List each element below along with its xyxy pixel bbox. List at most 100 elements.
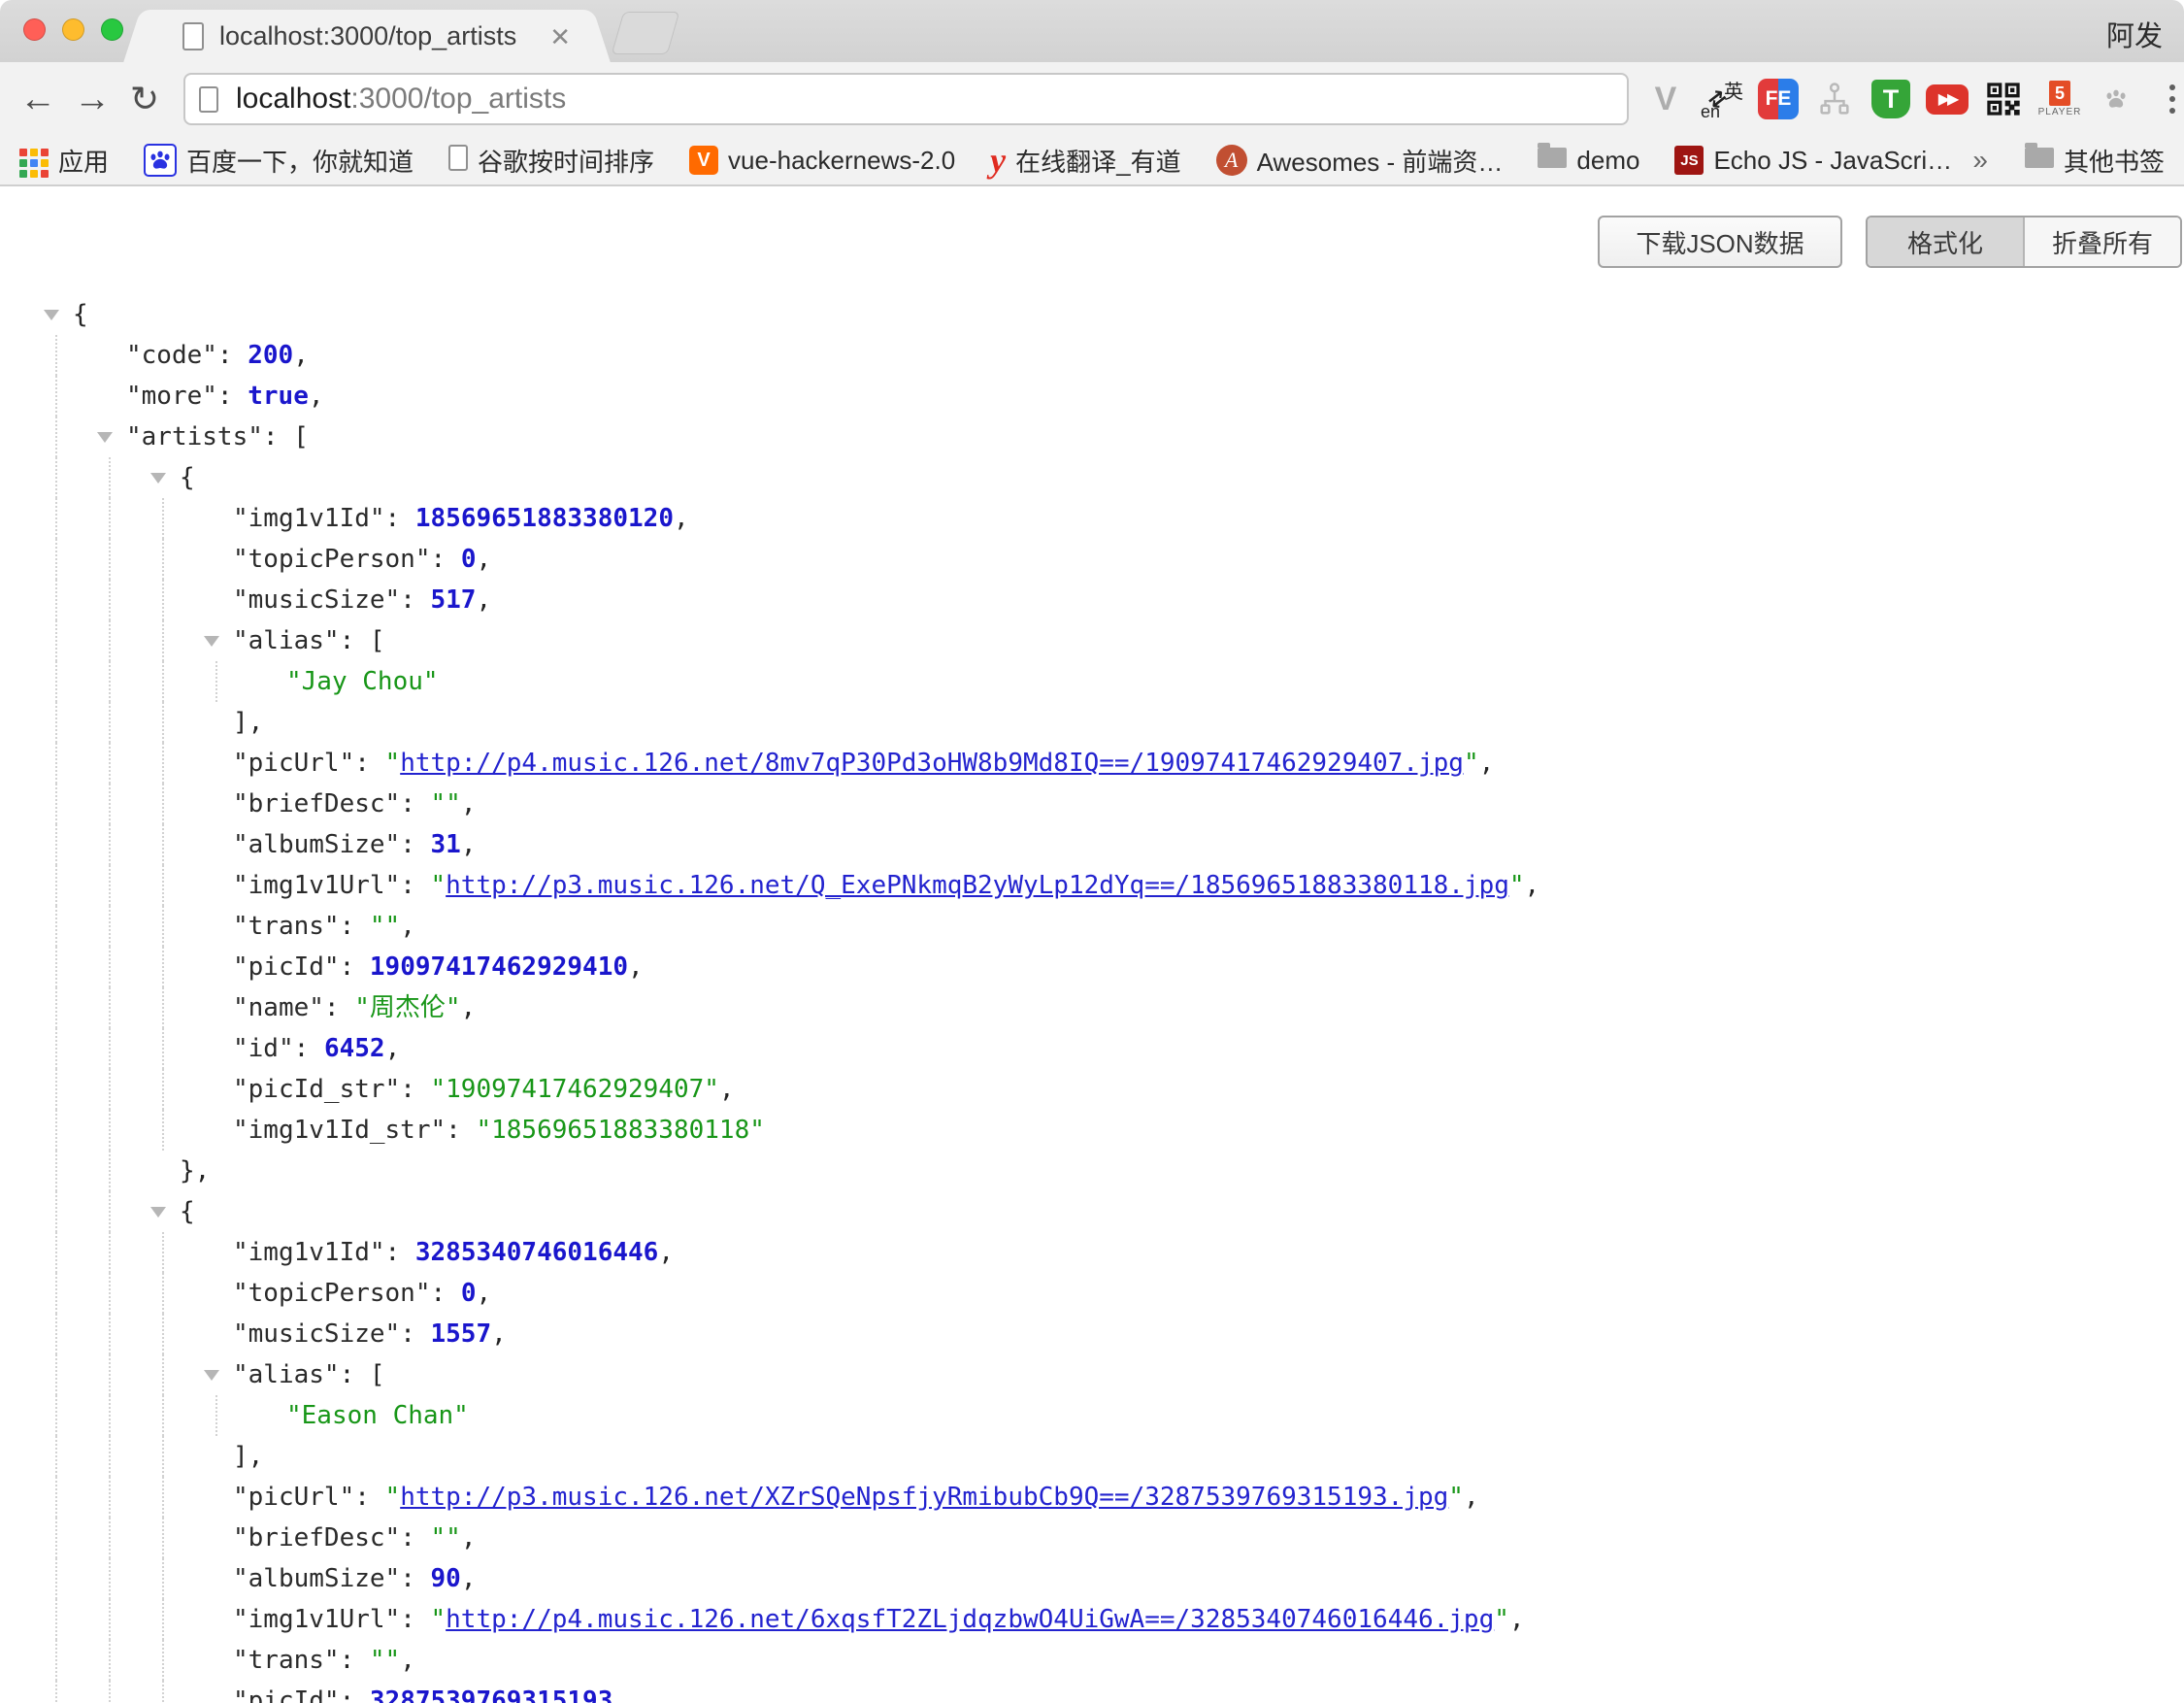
minimize-window-button[interactable] bbox=[62, 18, 84, 41]
json-line: "img1v1Id": 3285340746016446, bbox=[0, 1232, 2184, 1273]
collapse-toggle-icon[interactable] bbox=[44, 310, 59, 320]
indent-guide bbox=[109, 1273, 111, 1314]
bookmark-label: Awesomes - 前端资… bbox=[1257, 143, 1504, 179]
indent-guide bbox=[162, 498, 164, 539]
indent-guide bbox=[162, 1477, 164, 1518]
reload-button[interactable]: ↻ bbox=[130, 74, 159, 124]
indent-guide bbox=[109, 620, 111, 661]
json-line: "albumSize": 31, bbox=[0, 824, 2184, 865]
bookmarks-bar: 应用百度一下，你就知道谷歌按时间排序 Vvue-hackernews-2.0 y在线… bbox=[0, 136, 2184, 186]
indent-guide bbox=[162, 1028, 164, 1069]
json-url-link[interactable]: http://p3.music.126.net/XZrSQeNpsfjyRmib… bbox=[400, 1483, 1448, 1512]
json-line: "topicPerson": 0, bbox=[0, 539, 2184, 580]
indent-guide bbox=[55, 1477, 57, 1518]
indent-guide bbox=[109, 1314, 111, 1354]
json-line: "picId": 19097417462929410, bbox=[0, 947, 2184, 987]
translate-icon[interactable]: 英en⇄ bbox=[1701, 76, 1743, 122]
bookmark-item-1[interactable]: 百度一下，你就知道 bbox=[144, 143, 414, 179]
view-mode-segmented-control: 格式化 折叠所有 bbox=[1866, 216, 2182, 268]
indent-guide bbox=[55, 702, 57, 743]
indent-guide bbox=[55, 417, 57, 457]
bookmarks-right: » 其他书签 bbox=[1965, 143, 2165, 179]
tab-favicon-doc-icon bbox=[182, 22, 204, 50]
fe-icon[interactable]: FE bbox=[1757, 76, 1800, 122]
indent-guide bbox=[55, 1028, 57, 1069]
collapse-all-button[interactable]: 折叠所有 bbox=[2023, 217, 2180, 266]
collapse-toggle-icon[interactable] bbox=[150, 473, 166, 484]
json-line: { bbox=[0, 457, 2184, 498]
baidu-paw-icon bbox=[144, 144, 177, 178]
format-button[interactable]: 格式化 bbox=[1868, 217, 2023, 266]
indent-guide bbox=[109, 784, 111, 824]
tab-close-icon[interactable]: ✕ bbox=[549, 22, 571, 52]
json-line: "alias": [ bbox=[0, 620, 2184, 661]
indent-guide bbox=[109, 824, 111, 865]
awesomes-icon: A bbox=[1216, 145, 1247, 176]
indent-guide bbox=[55, 1436, 57, 1477]
json-url-link[interactable]: http://p3.music.126.net/Q_ExePNkmqB2yWyL… bbox=[446, 871, 1509, 900]
indent-guide bbox=[55, 1354, 57, 1395]
bookmark-label: Echo JS - JavaScri… bbox=[1713, 146, 1952, 176]
indent-guide bbox=[109, 1110, 111, 1151]
bookmark-item-0[interactable]: 应用 bbox=[19, 143, 109, 179]
indent-guide bbox=[55, 539, 57, 580]
indent-guide bbox=[162, 1354, 164, 1395]
html5-player-icon[interactable]: 5PLAYER bbox=[2038, 76, 2081, 122]
qrcode-icon[interactable] bbox=[1982, 76, 2025, 122]
indent-guide bbox=[109, 702, 111, 743]
indent-guide bbox=[162, 1314, 164, 1354]
indent-guide bbox=[162, 906, 164, 947]
indent-guide bbox=[109, 580, 111, 620]
json-line: "picUrl": "http://p4.music.126.net/8mv7q… bbox=[0, 743, 2184, 784]
collapse-toggle-icon[interactable] bbox=[204, 1370, 219, 1381]
json-url-link[interactable]: http://p4.music.126.net/8mv7qP30Pd3oHW8b… bbox=[400, 749, 1464, 778]
indent-guide bbox=[109, 1681, 111, 1703]
indent-guide bbox=[162, 580, 164, 620]
indent-guide bbox=[55, 784, 57, 824]
collapse-toggle-icon[interactable] bbox=[204, 636, 219, 647]
collapse-toggle-icon[interactable] bbox=[150, 1207, 166, 1218]
bookmark-label: 其他书签 bbox=[2064, 143, 2165, 179]
indent-guide bbox=[109, 498, 111, 539]
json-line: "briefDesc": "", bbox=[0, 784, 2184, 824]
bookmark-item-4[interactable]: y在线翻译_有道 bbox=[990, 143, 1180, 179]
bookmark-item-5[interactable]: A Awesomes - 前端资… bbox=[1216, 143, 1504, 179]
collapse-toggle-icon[interactable] bbox=[97, 432, 113, 443]
tab-title: localhost:3000/top_artists bbox=[219, 21, 516, 51]
back-button[interactable]: ← bbox=[19, 74, 56, 124]
json-line: { bbox=[0, 294, 2184, 335]
indent-guide bbox=[109, 947, 111, 987]
indent-guide bbox=[55, 498, 57, 539]
close-window-button[interactable] bbox=[23, 18, 46, 41]
json-view: {"code": 200,"more": true,"artists": [{"… bbox=[0, 294, 2184, 1703]
indent-guide bbox=[109, 1640, 111, 1681]
tampermonkey-icon[interactable]: T bbox=[1870, 76, 1912, 122]
new-tab-button[interactable] bbox=[612, 12, 680, 54]
bookmark-item-6[interactable]: demo bbox=[1538, 146, 1639, 176]
address-bar[interactable]: localhost :3000/top_artists bbox=[183, 73, 1629, 125]
video-player-icon[interactable]: ▶▶ bbox=[1926, 76, 1969, 122]
tab-strip: localhost:3000/top_artists ✕ 阿发 bbox=[0, 0, 2184, 62]
bookmark-item-3[interactable]: Vvue-hackernews-2.0 bbox=[689, 146, 955, 176]
paw-icon[interactable] bbox=[2095, 76, 2137, 122]
indent-guide bbox=[55, 987, 57, 1028]
zoom-window-button[interactable] bbox=[101, 18, 123, 41]
forward-button[interactable]: → bbox=[74, 74, 111, 124]
json-line: { bbox=[0, 1191, 2184, 1232]
json-line: "musicSize": 517, bbox=[0, 580, 2184, 620]
bookmark-other-folder[interactable]: 其他书签 bbox=[2025, 143, 2165, 179]
browser-menu-icon[interactable] bbox=[2151, 76, 2184, 122]
download-json-button[interactable]: 下载JSON数据 bbox=[1598, 216, 1842, 268]
sitemap-icon[interactable] bbox=[1813, 76, 1856, 122]
vue-devtools-icon[interactable]: V bbox=[1644, 76, 1687, 122]
profile-name[interactable]: 阿发 bbox=[2106, 14, 2163, 54]
bookmark-item-7[interactable]: JSEcho JS - JavaScri… bbox=[1674, 146, 1952, 176]
indent-guide bbox=[55, 1558, 57, 1599]
browser-window: localhost:3000/top_artists ✕ 阿发 ← → ↻ lo… bbox=[0, 0, 2184, 1703]
bookmark-label: vue-hackernews-2.0 bbox=[728, 146, 955, 176]
tab-localhost[interactable]: localhost:3000/top_artists ✕ bbox=[146, 10, 588, 62]
bookmark-item-2[interactable]: 谷歌按时间排序 bbox=[448, 143, 654, 179]
json-url-link[interactable]: http://p4.music.126.net/6xqsfT2ZLjdqzbwO… bbox=[446, 1605, 1494, 1634]
indent-guide bbox=[55, 906, 57, 947]
bookmarks-overflow-chevron[interactable]: » bbox=[1965, 145, 1996, 176]
